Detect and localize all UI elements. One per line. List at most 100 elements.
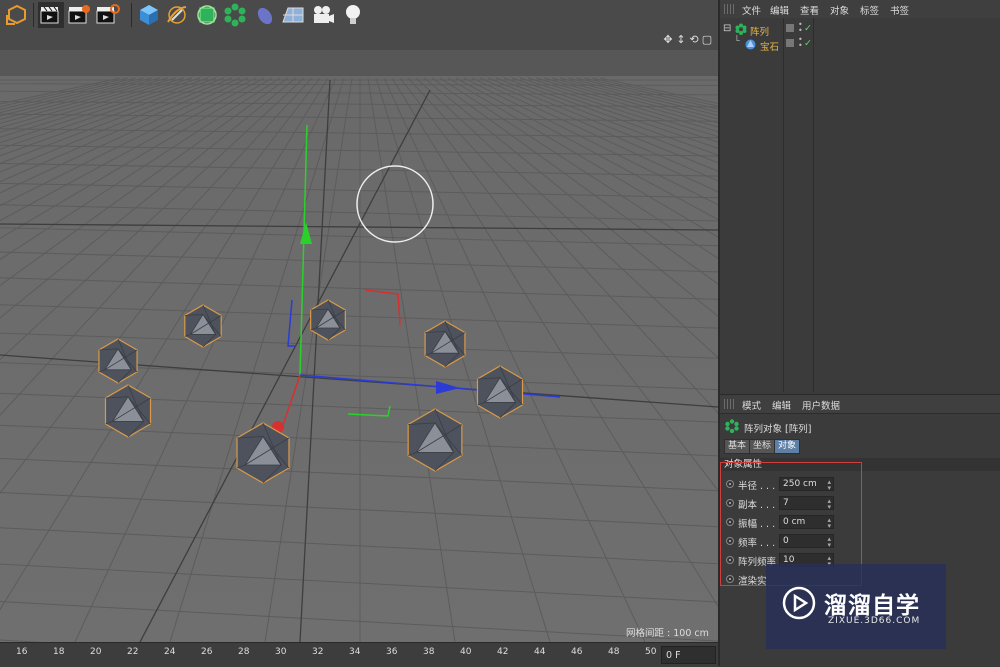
property-row: 副本 . . . . 7 ▴ ▾ — [726, 496, 846, 512]
menu-view[interactable]: 查看 — [800, 3, 819, 17]
menu-edit[interactable]: 编辑 — [772, 398, 791, 412]
timeline-tick: 18 — [53, 647, 65, 657]
camera-icon[interactable] — [310, 2, 336, 28]
layer-icon[interactable] — [786, 24, 794, 32]
animate-radio-icon[interactable] — [726, 480, 734, 488]
enabled-check-icon[interactable]: ✓ — [804, 38, 812, 49]
panel-grip-icon[interactable] — [724, 4, 734, 14]
property-label: 渲染实 — [738, 576, 767, 587]
current-frame-field[interactable]: 0 F — [661, 646, 716, 664]
viewport-header: ✥ ↕ ⟲ ▢ — [0, 30, 718, 50]
visibility-dots-icon[interactable]: • • — [798, 21, 803, 35]
enabled-check-icon[interactable]: ✓ — [804, 23, 812, 34]
main-toolbar — [0, 0, 718, 31]
timeline-tick: 24 — [164, 647, 176, 657]
tab-object[interactable]: 对象 — [774, 439, 801, 454]
cube-primitive-icon[interactable] — [136, 2, 162, 28]
property-value-field[interactable]: 0 cm ▴ ▾ — [779, 515, 834, 530]
timeline-tick: 22 — [127, 647, 139, 657]
render-settings-icon[interactable] — [66, 2, 92, 28]
animate-radio-icon[interactable] — [726, 537, 734, 545]
watermark-url: ZIXUE.3D66.COM — [828, 616, 921, 626]
object-row-array[interactable]: ⊟ 阵列 • • ✓ — [720, 21, 1000, 39]
visibility-dots-icon[interactable]: • • — [798, 36, 803, 50]
play-logo-icon — [782, 586, 816, 620]
animate-radio-icon[interactable] — [726, 575, 734, 583]
timeline-tick: 50 — [645, 647, 657, 657]
layer-icon[interactable] — [786, 39, 794, 47]
dolly-view-icon[interactable]: ↕ — [675, 33, 687, 47]
object-manager-menu: 文件 编辑 查看 对象 标签 书签 — [720, 0, 1000, 19]
section-object-properties: 对象属性 — [720, 458, 1000, 471]
tab-basic[interactable]: 基本 — [724, 439, 751, 454]
timeline-tick: 30 — [275, 647, 287, 657]
attribute-menu: 模式 编辑 用户数据 — [720, 395, 1000, 414]
property-row: 频率 . . . . 0 ▴ ▾ — [726, 534, 846, 550]
spinner-icon[interactable]: ▴▾ — [827, 517, 831, 530]
property-label: 振幅 . . . . — [738, 519, 782, 530]
array-object-icon — [725, 419, 739, 433]
gem-icon — [745, 39, 756, 50]
property-value-field[interactable]: 250 cm ▴ ▾ — [779, 477, 834, 492]
property-label: 频率 . . . . — [738, 538, 782, 549]
menu-file[interactable]: 文件 — [742, 3, 761, 17]
menu-bookmarks[interactable]: 书签 — [890, 3, 909, 17]
property-row: 半径 . . . . 250 cm ▴ ▾ — [726, 477, 846, 493]
floor-environment-icon[interactable] — [280, 2, 306, 28]
object-row-gem[interactable]: └ 宝石 • • ✓ — [720, 36, 1000, 54]
property-label: 半径 . . . . — [738, 481, 782, 492]
panel-grip-icon[interactable] — [724, 399, 734, 409]
property-value-field[interactable]: 0 ▴ ▾ — [779, 534, 834, 549]
grid-spacing-label: 网格间距 : 100 cm — [626, 628, 709, 639]
spinner-icon[interactable]: ▴▾ — [827, 498, 831, 511]
timeline-tick: 44 — [534, 647, 546, 657]
property-value-field[interactable]: 7 ▴ ▾ — [779, 496, 834, 511]
animate-radio-icon[interactable] — [726, 499, 734, 507]
array-icon — [735, 23, 747, 35]
watermark: 溜溜自学 ZIXUE.3D66.COM — [766, 564, 946, 649]
timeline-tick: 36 — [386, 647, 398, 657]
menu-object[interactable]: 对象 — [830, 3, 849, 17]
animate-radio-icon[interactable] — [726, 556, 734, 564]
rotate-view-icon[interactable]: ⟲ — [688, 33, 700, 47]
array-generator-icon[interactable] — [222, 2, 248, 28]
3d-viewport[interactable]: 网格间距 : 100 cm — [0, 50, 718, 642]
object-name[interactable]: 阵列 — [750, 24, 769, 38]
menu-user-data[interactable]: 用户数据 — [802, 398, 840, 412]
menu-tags[interactable]: 标签 — [860, 3, 879, 17]
menu-edit[interactable]: 编辑 — [770, 3, 789, 17]
spinner-icon[interactable]: ▴▾ — [827, 536, 831, 549]
timeline-tick: 46 — [571, 647, 583, 657]
timeline-tick: 40 — [460, 647, 472, 657]
maximize-view-icon[interactable]: ▢ — [701, 33, 713, 47]
property-label: 副本 . . . . — [738, 500, 782, 511]
render-queue-icon[interactable] — [94, 2, 120, 28]
deformer-icon[interactable] — [252, 2, 278, 28]
collapse-icon[interactable]: ⊟ — [723, 23, 731, 34]
subdivision-icon[interactable] — [194, 2, 220, 28]
attribute-title: 阵列对象 [阵列] — [744, 424, 812, 435]
animate-radio-icon[interactable] — [726, 518, 734, 526]
render-view-icon[interactable] — [38, 2, 64, 28]
object-manager: ⊟ 阵列 • • ✓ └ 宝石 • • ✓ — [720, 18, 1000, 392]
timeline-tick: 16 — [16, 647, 28, 657]
timeline-tick: 48 — [608, 647, 620, 657]
timeline-tick: 26 — [201, 647, 213, 657]
tab-coord[interactable]: 坐标 — [749, 439, 776, 454]
timeline-tick: 34 — [349, 647, 361, 657]
timeline-tick: 38 — [423, 647, 435, 657]
object-name[interactable]: 宝石 — [760, 39, 779, 53]
timeline-tick: 28 — [238, 647, 250, 657]
undo-cube-icon[interactable] — [4, 2, 30, 28]
menu-mode[interactable]: 模式 — [742, 398, 761, 412]
light-icon[interactable] — [340, 2, 366, 28]
hierarchy-line: └ — [734, 36, 740, 47]
watermark-title: 溜溜自学 — [824, 593, 920, 619]
timeline-tick: 20 — [90, 647, 102, 657]
pen-spline-icon[interactable] — [164, 2, 190, 28]
move-view-icon[interactable]: ✥ — [662, 33, 674, 47]
property-row: 振幅 . . . .0 cm ▴ ▾ — [726, 515, 846, 531]
spinner-icon[interactable]: ▴▾ — [827, 479, 831, 492]
timeline[interactable]: 16 18 20 22 24 26 28 30 32 34 36 38 40 42 44 46 48 50 0 F — [0, 642, 718, 667]
viewport-scene — [0, 50, 718, 642]
